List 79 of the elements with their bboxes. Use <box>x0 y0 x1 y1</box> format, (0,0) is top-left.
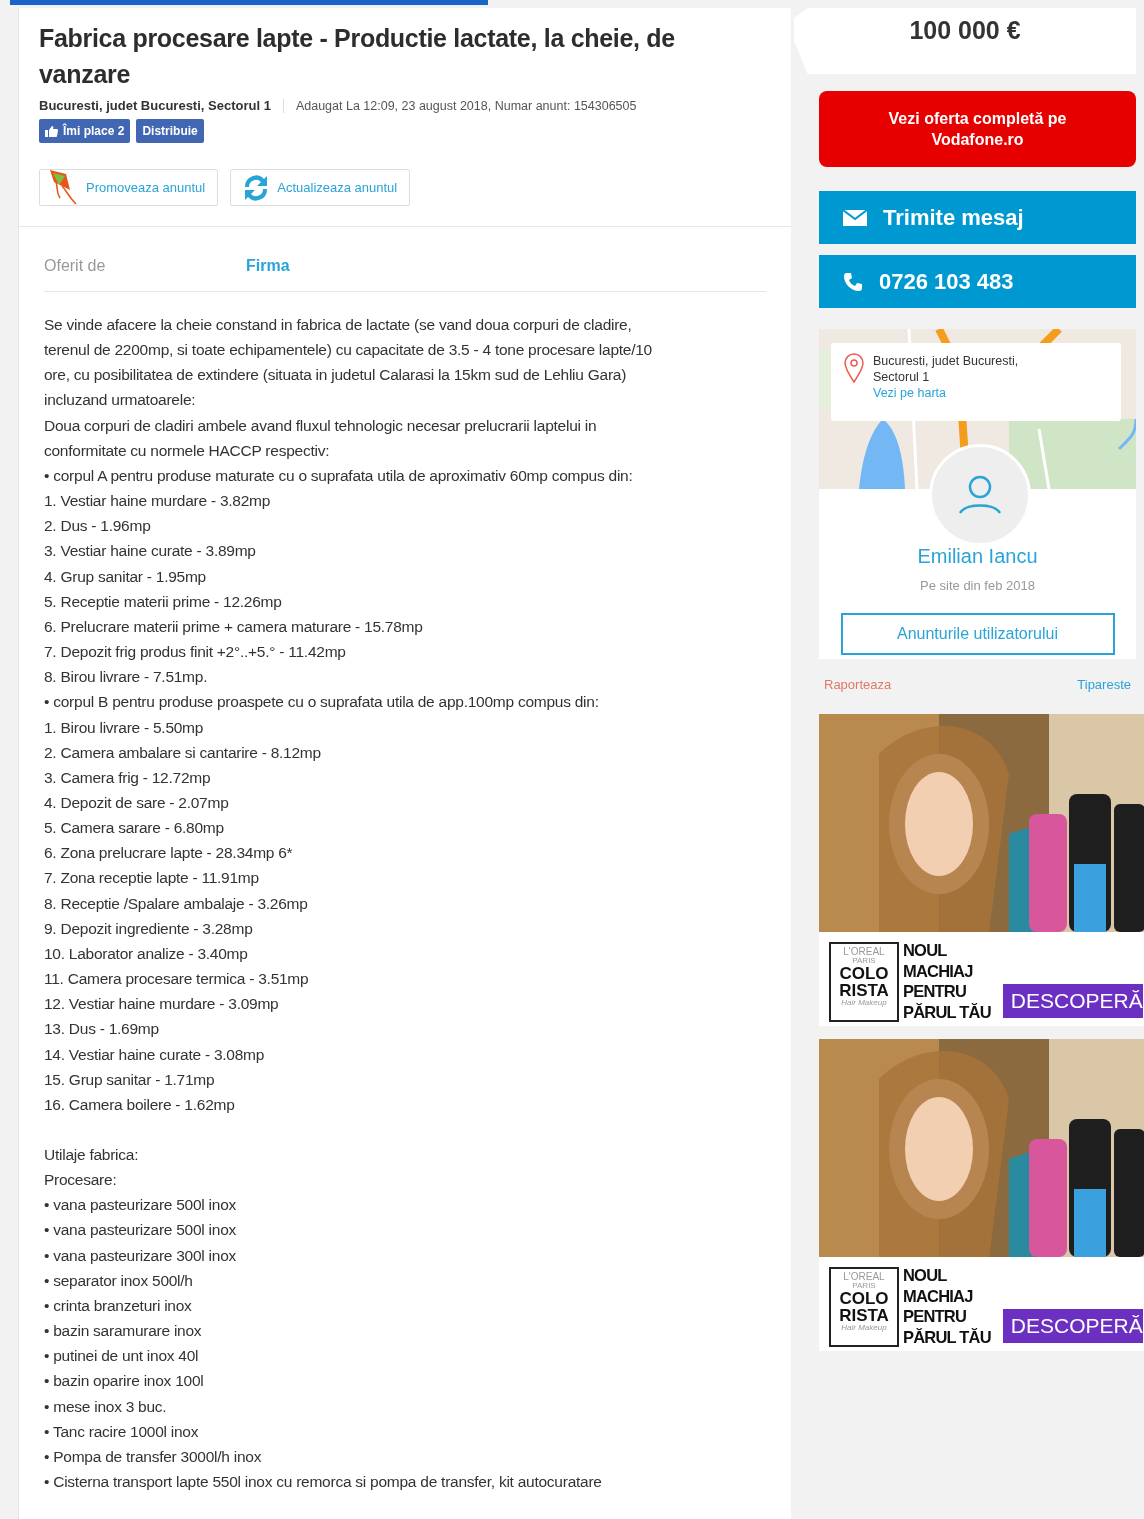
detail-label: Oferit de <box>44 257 107 275</box>
description-text: 13. Dus - 1.69mp <box>44 1019 160 1040</box>
description-text: 1. Vestiar haine murdare - 3.82mp <box>44 491 272 512</box>
refresh-button[interactable]: Actualizeaza anuntul <box>230 169 411 206</box>
description-text: Se vinde afacere la cheie constand in fabrica de lactate (se vand doua corpuri de cladire, <box>44 315 633 335</box>
description-text: 3. Camera frig - 12.72mp <box>44 767 212 788</box>
description-text: 4. Depozit de sare - 2.07mp <box>44 792 230 813</box>
description-text: Doua corpuri de cladiri ambele avand fluxul tehnologic necesar prelucrarii laptelui in <box>44 415 598 436</box>
description-text: 7. Zona receptie lapte - 11.91mp <box>44 868 260 889</box>
ad-banner[interactable]: L'OREAL PARIS COLO RISTA Hair Makeup NOUL MACHIAJ PENTRU PĂRUL TĂU DESCOPERĂ <box>819 1039 1144 1351</box>
description-text: incluzand urmatoarele: <box>44 390 197 411</box>
description-text: • putinei de unt inox 40l <box>44 1346 200 1367</box>
report-link[interactable]: Raporteaza <box>824 677 892 692</box>
added-date-text: Adaugat La 12:09, 23 august 2018, Numar anunt: 154306505 <box>295 98 637 113</box>
description-text: • separator inox 500l/h <box>44 1270 194 1291</box>
address-text: Bucuresti, judet Bucuresti, Sectorul 1 <box>873 353 1020 385</box>
thumbs-up-icon <box>45 125 58 137</box>
description-text: 16. Camera boilere - 1.62mp <box>44 1094 236 1115</box>
description-text: 14. Vestiar haine curate - 3.08mp <box>44 1044 266 1065</box>
user-ads-button[interactable]: Anunturile utilizatorului <box>840 613 1115 655</box>
description-text: • bazin oparire inox 100l <box>44 1371 205 1392</box>
description-text: terenul de 2200mp, si toate echipamentele) cu capacitate de 3.5 - 4 tone procesare lapte/10 <box>44 340 653 361</box>
description-text: • Tanc racire 1000l inox <box>44 1421 200 1442</box>
description-text: conformitate cu normele HACCP respectiv: <box>44 440 331 461</box>
description-text: • corpul B pentru produse proaspete cu o suprafata utila de app.100mp compus din: <box>44 692 600 713</box>
description-text: 8. Birou livrare - 7.51mp. <box>44 667 209 688</box>
description-text: Utilaje fabrica: <box>44 1145 140 1165</box>
description-text: • vana pasteurizare 300l inox <box>44 1245 238 1266</box>
description-text: 12. Vestiar haine murdare - 3.09mp <box>44 994 280 1015</box>
description-text: 2. Dus - 1.96mp <box>44 516 152 537</box>
brand-logo: L'OREAL PARIS COLO RISTA Hair Makeup <box>829 942 899 1022</box>
description-text: • Pompa de transfer 3000l/h inox <box>44 1446 263 1467</box>
description-text: • Cisterna transport lapte 550l inox cu remorca si pompa de transfer, kit autocuratare <box>44 1472 603 1493</box>
promote-button[interactable]: Promoveaza anuntul <box>39 169 219 206</box>
description-text: 8. Receptie /Spalare ambalaje - 3.26mp <box>44 893 309 914</box>
description-text: • mese inox 3 buc. <box>44 1396 168 1417</box>
envelope-icon <box>843 209 867 226</box>
discover-button[interactable]: DESCOPERĂ <box>1002 1309 1143 1343</box>
like-button[interactable]: Îmi place 2 <box>39 119 131 143</box>
description-text: 1. Birou livrare - 5.50mp <box>44 717 205 738</box>
description-text: 10. Laborator analize - 3.40mp <box>44 943 249 964</box>
seller-name: Emilian Iancu <box>917 545 1038 568</box>
ad-slogan: NOUL MACHIAJ PENTRU PĂRUL TĂU <box>903 1265 991 1347</box>
promo-button[interactable]: Vezi oferta completă pe Vodafone.ro <box>819 91 1136 167</box>
description-text: 4. Grup sanitar - 1.95mp <box>44 566 207 587</box>
phone-button[interactable]: 0726 103 483 <box>819 255 1136 308</box>
ad-slogan: NOUL MACHIAJ PENTRU PĂRUL TĂU <box>903 940 991 1022</box>
location-pin-icon <box>843 353 865 383</box>
detail-value-link[interactable]: Firma <box>246 257 290 275</box>
description-text: • vana pasteurizare 500l inox <box>44 1195 238 1216</box>
member-since-text: Pe site din feb 2018 <box>920 578 1035 593</box>
description-text: 9. Depozit ingrediente - 3.28mp <box>44 918 254 939</box>
description-text: 11. Camera procesare termica - 3.51mp <box>44 969 310 990</box>
location-text: Bucuresti, judet Bucuresti, Sectorul 1 <box>39 98 271 113</box>
ad-banner[interactable]: L'OREAL PARIS COLO RISTA Hair Makeup NOUL MACHIAJ PENTRU PĂRUL TĂU DESCOPERĂ <box>819 714 1144 1026</box>
description-text: Procesare: <box>44 1170 118 1191</box>
message-button[interactable]: Trimite mesaj <box>819 191 1136 244</box>
description-text: 2. Camera ambalare si cantarire - 8.12mp <box>44 742 322 763</box>
map-link[interactable]: Vezi pe harta <box>873 385 1058 401</box>
description-text: 5. Camera sarare - 6.80mp <box>44 818 225 839</box>
description-text: 15. Grup sanitar - 1.71mp <box>44 1069 216 1090</box>
phone-icon <box>843 271 863 292</box>
brand-logo: L'OREAL PARIS COLO RISTA Hair Makeup <box>829 1267 899 1347</box>
description-text: 3. Vestiar haine curate - 3.89mp <box>44 541 257 562</box>
description-text: • vana pasteurizare 500l inox <box>44 1220 238 1241</box>
description-text: • crinta branzeturi inox <box>44 1295 193 1316</box>
share-button[interactable]: Distribuie <box>136 119 204 143</box>
description-text: • bazin saramurare inox <box>44 1321 203 1342</box>
price-text: 100 000 € <box>909 16 1021 45</box>
description-text: 6. Zona prelucrare lapte - 28.34mp 6* <box>44 843 294 864</box>
print-link[interactable]: Tipareste <box>1077 677 1131 692</box>
description-text: 6. Prelucrare materii prime + camera maturare - 15.78mp <box>44 616 424 637</box>
description-text: • corpul A pentru produse maturate cu o suprafata utila de aproximativ 60mp compus din: <box>44 465 634 486</box>
description-text: ore, cu posibilitatea de extindere (situata in judetul Calarasi la 15km sud de Lehliu Gara) <box>44 365 628 386</box>
description-text: 7. Depozit frig produs finit +2°..+5.° - 11.42mp <box>44 642 347 663</box>
description-text: 5. Receptie materii prime - 12.26mp <box>44 591 283 612</box>
user-icon <box>958 475 1002 515</box>
listing-title: Fabrica procesare lapte - Productie lactate, la cheie, de vanzare <box>39 23 676 90</box>
discover-button[interactable]: DESCOPERĂ <box>1002 984 1143 1018</box>
